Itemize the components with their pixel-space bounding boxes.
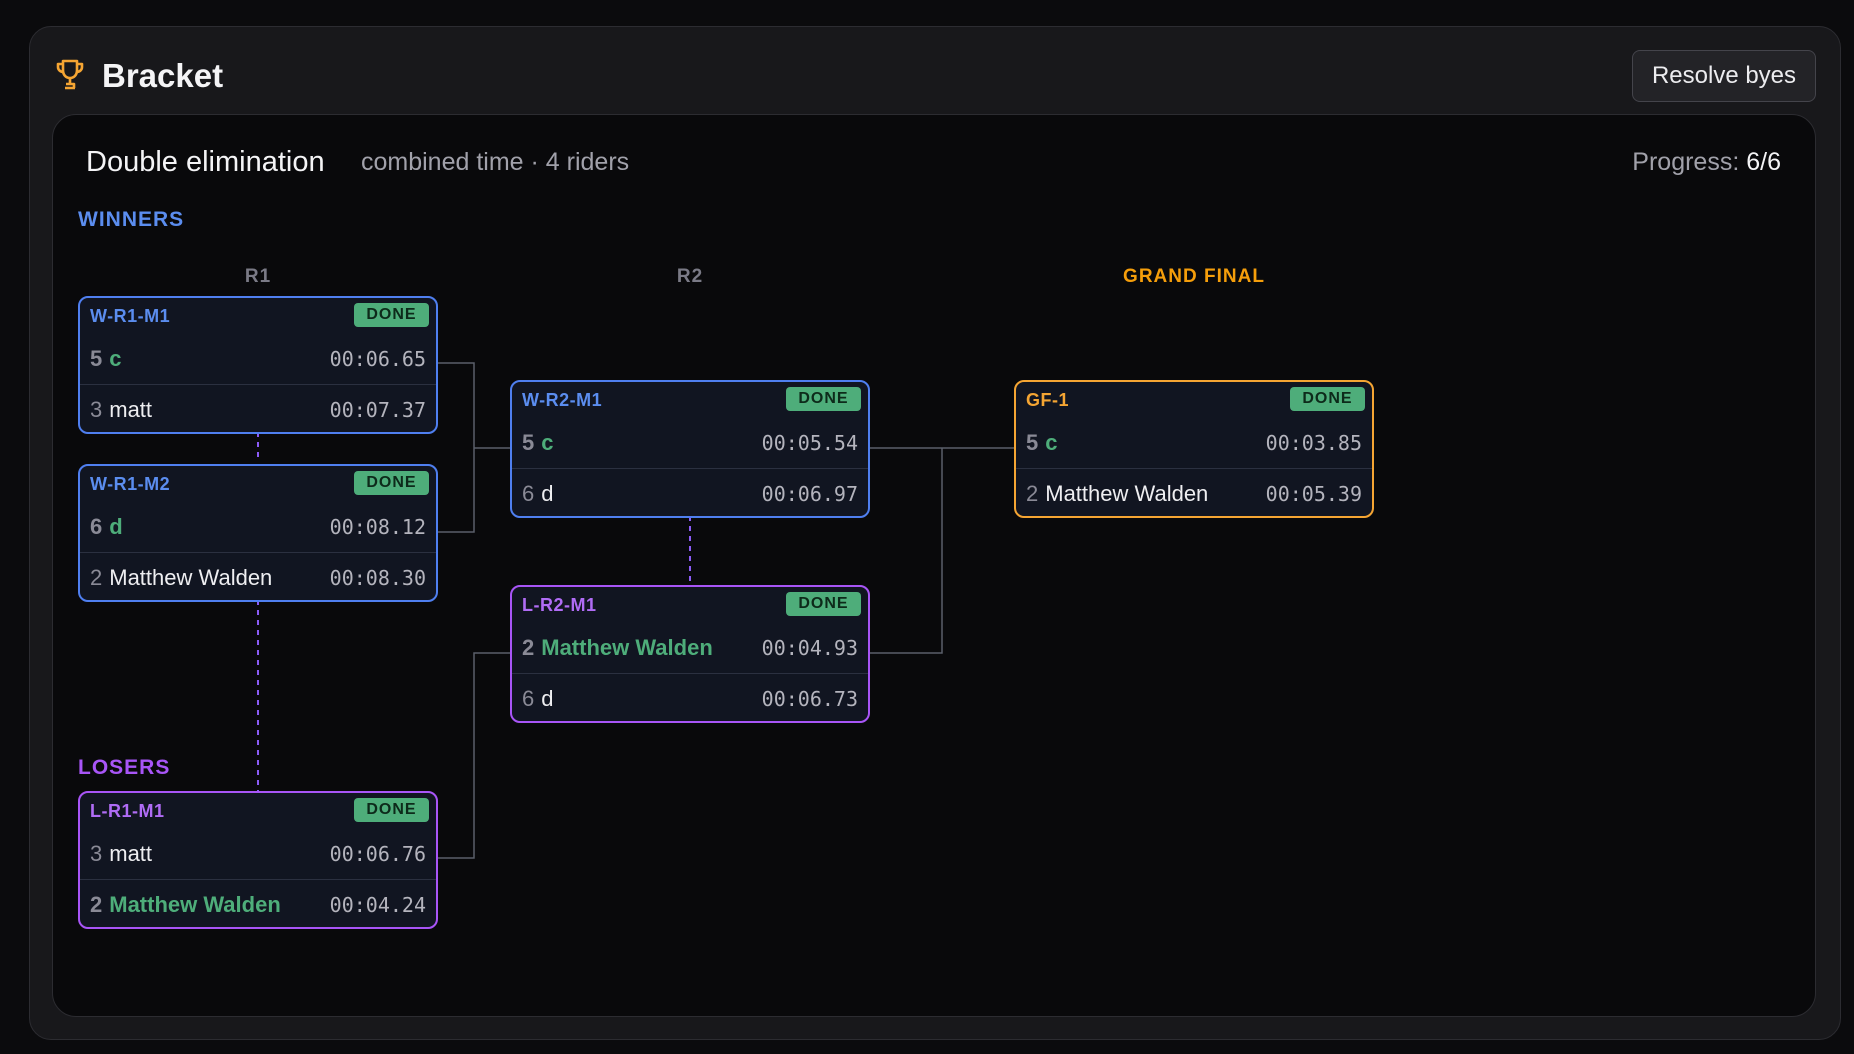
participant-row[interactable]: 2 Matthew Walden 00:08.30 bbox=[80, 552, 436, 600]
status-badge: DONE bbox=[1290, 387, 1365, 411]
match-id: W-R1-M2 bbox=[90, 474, 171, 494]
match-id: GF-1 bbox=[1026, 390, 1070, 410]
connector-to-grand-final bbox=[870, 447, 1014, 654]
seed: 5 bbox=[522, 430, 535, 455]
rider-name: d bbox=[541, 480, 554, 506]
seed: 2 bbox=[90, 891, 103, 917]
rider-time: 00:03.85 bbox=[1265, 431, 1362, 455]
rider-name: matt bbox=[109, 396, 153, 422]
rider-name: c bbox=[1045, 430, 1058, 455]
seed: 6 bbox=[522, 685, 535, 711]
participant-row[interactable]: 3 matt 00:07.37 bbox=[80, 384, 436, 432]
seed: 2 bbox=[522, 635, 535, 660]
seed: 2 bbox=[90, 564, 103, 590]
match-card-w-r1-m1[interactable]: W-R1-M1 DONE 5 c 00:06.65 3 matt 00:07.3… bbox=[78, 296, 438, 434]
match-card-w-r1-m2[interactable]: W-R1-M2 DONE 6 d 00:08.12 2 Matthew Wald… bbox=[78, 464, 438, 602]
match-card-l-r2-m1[interactable]: L-R2-M1 DONE 2 Matthew Walden 00:04.93 6… bbox=[510, 585, 870, 723]
rider-name: Matthew Walden bbox=[109, 891, 281, 917]
rider-name: c bbox=[109, 346, 122, 371]
rider-name: Matthew Walden bbox=[109, 564, 273, 590]
participant-row[interactable]: 6 d 00:06.97 bbox=[512, 468, 868, 516]
rider-name: d bbox=[541, 685, 554, 711]
rider-name: c bbox=[541, 430, 554, 455]
seed: 3 bbox=[90, 396, 103, 422]
match-card-grand-final[interactable]: GF-1 DONE 5 c 00:03.85 2 Matthew Walden … bbox=[1014, 380, 1374, 518]
status-badge: DONE bbox=[786, 387, 861, 411]
rider-time: 00:05.39 bbox=[1265, 481, 1362, 506]
rider-time: 00:04.93 bbox=[761, 636, 858, 660]
match-id: L-R2-M1 bbox=[522, 595, 597, 615]
rider-time: 00:07.37 bbox=[329, 397, 426, 422]
participant-row[interactable]: 2 Matthew Walden 00:04.93 bbox=[512, 623, 868, 673]
seed: 5 bbox=[1026, 430, 1039, 455]
match-id: W-R2-M1 bbox=[522, 390, 603, 410]
participant-row[interactable]: 5 c 00:06.65 bbox=[80, 334, 436, 384]
match-card-l-r1-m1[interactable]: L-R1-M1 DONE 3 matt 00:06.76 2 Matthew W… bbox=[78, 791, 438, 929]
participant-row[interactable]: 3 matt 00:06.76 bbox=[80, 829, 436, 879]
rider-time: 00:05.54 bbox=[761, 431, 858, 455]
participant-row[interactable]: 6 d 00:06.73 bbox=[512, 673, 868, 721]
status-badge: DONE bbox=[354, 798, 429, 822]
rider-time: 00:08.12 bbox=[329, 515, 426, 539]
rider-name: Matthew Walden bbox=[541, 635, 713, 660]
status-badge: DONE bbox=[354, 303, 429, 327]
participant-row[interactable]: 2 Matthew Walden 00:05.39 bbox=[1016, 468, 1372, 516]
rider-time: 00:06.65 bbox=[329, 347, 426, 371]
match-card-w-r2-m1[interactable]: W-R2-M1 DONE 5 c 00:05.54 6 d 00:06.97 bbox=[510, 380, 870, 518]
rider-name: d bbox=[109, 514, 123, 539]
status-badge: DONE bbox=[786, 592, 861, 616]
participant-row[interactable]: 6 d 00:08.12 bbox=[80, 502, 436, 552]
participant-row[interactable]: 2 Matthew Walden 00:04.24 bbox=[80, 879, 436, 927]
rider-name: Matthew Walden bbox=[1045, 480, 1209, 506]
seed: 2 bbox=[1026, 480, 1039, 506]
match-id: W-R1-M1 bbox=[90, 306, 171, 326]
rider-name: matt bbox=[109, 841, 153, 866]
connector-w-r1-to-w-r2 bbox=[438, 362, 510, 533]
match-id: L-R1-M1 bbox=[90, 801, 165, 821]
participant-row[interactable]: 5 c 00:03.85 bbox=[1016, 418, 1372, 468]
rider-time: 00:06.73 bbox=[761, 686, 858, 711]
seed: 3 bbox=[90, 841, 103, 866]
connector-l-r1-to-l-r2 bbox=[438, 652, 510, 859]
seed: 5 bbox=[90, 346, 103, 371]
participant-row[interactable]: 5 c 00:05.54 bbox=[512, 418, 868, 468]
seed: 6 bbox=[522, 480, 535, 506]
rider-time: 00:06.97 bbox=[761, 481, 858, 506]
seed: 6 bbox=[90, 514, 103, 539]
status-badge: DONE bbox=[354, 471, 429, 495]
rider-time: 00:04.24 bbox=[329, 892, 426, 917]
rider-time: 00:06.76 bbox=[329, 842, 426, 866]
rider-time: 00:08.30 bbox=[329, 565, 426, 590]
